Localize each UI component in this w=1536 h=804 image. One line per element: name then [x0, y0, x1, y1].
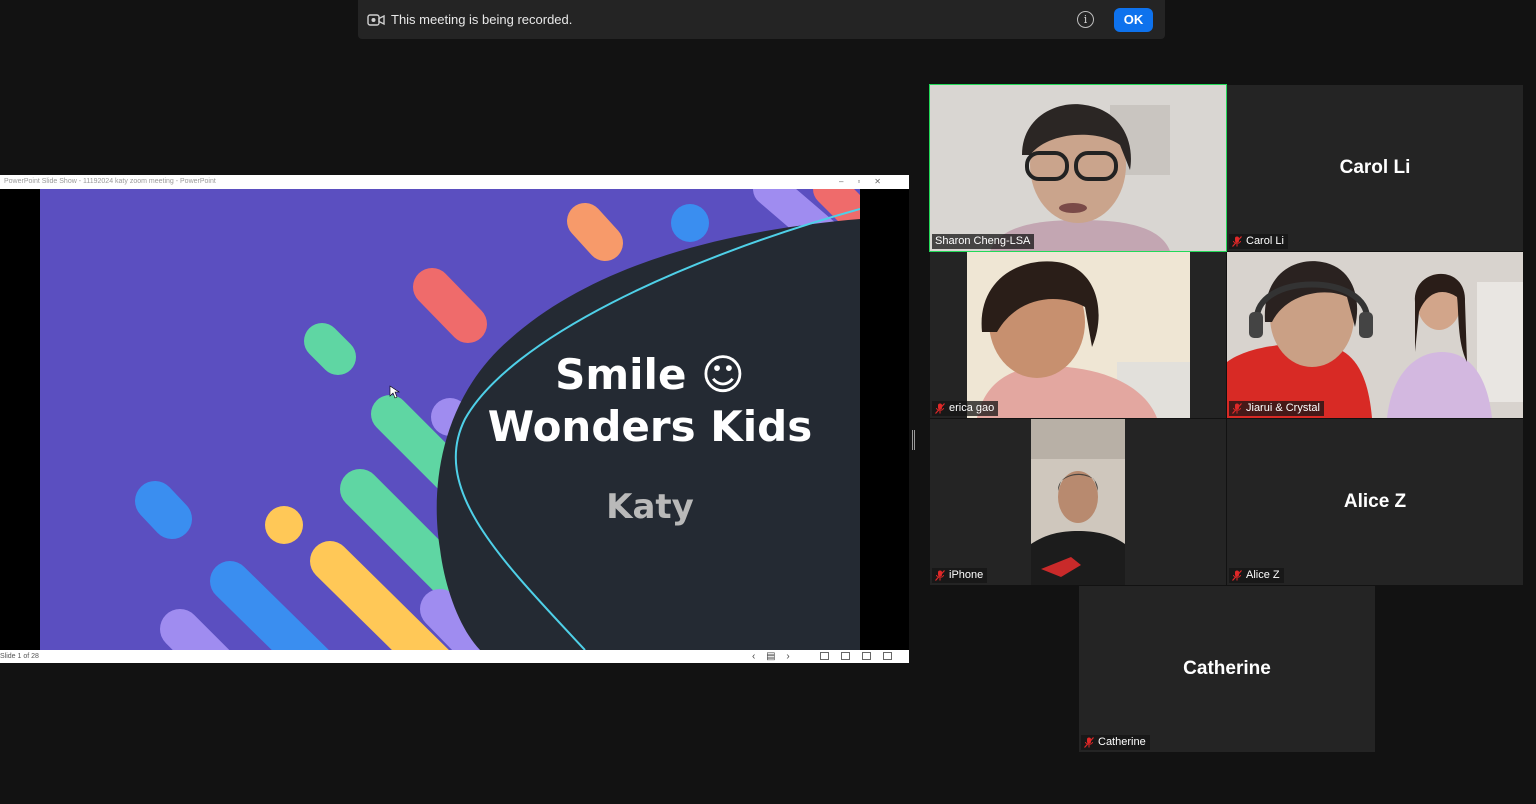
mic-muted-icon: [1232, 403, 1242, 414]
participant-name-tag: iPhone: [932, 568, 988, 583]
mic-muted-icon: [935, 570, 945, 581]
participant-name: Catherine: [1098, 736, 1146, 748]
participant-name-tag: erica gao: [932, 401, 999, 416]
participant-name: iPhone: [949, 569, 984, 581]
window-controls: –▫✕: [839, 177, 895, 186]
participant-name: Jiarui & Crystal: [1246, 402, 1320, 414]
mic-muted-icon: [1232, 236, 1242, 247]
participant-name: Carol Li: [1246, 235, 1284, 247]
powerpoint-title-bar: PowerPoint Slide Show - 11192024 katy zo…: [0, 175, 909, 189]
powerpoint-status-bar: Slide 1 of 28 ‹ ▤ ›: [0, 650, 909, 663]
slide-navigation: ‹ ▤ ›: [752, 650, 798, 663]
window-title: PowerPoint Slide Show - 11192024 katy zo…: [4, 178, 216, 185]
participant-tile-alice[interactable]: Alice Z Alice Z: [1227, 419, 1523, 585]
participant-tile-catherine[interactable]: Catherine Catherine: [1079, 586, 1375, 752]
participant-tile-erica[interactable]: erica gao: [930, 252, 1226, 418]
participant-video: [1031, 419, 1125, 585]
slide-title-line2: Wonders Kids: [487, 402, 813, 451]
participant-name-tag: Catherine: [1081, 735, 1150, 750]
participant-name-tag: Sharon Cheng-LSA: [932, 234, 1035, 249]
participant-display-name: Catherine: [1183, 658, 1271, 679]
participant-name-tag: Alice Z: [1229, 568, 1284, 583]
slide-counter: Slide 1 of 28: [0, 653, 39, 660]
participant-tile-carol[interactable]: Carol Li Carol Li: [1227, 85, 1523, 251]
normal-view-icon[interactable]: [820, 652, 829, 660]
ok-button[interactable]: OK: [1114, 7, 1153, 32]
participant-name: Alice Z: [1246, 569, 1280, 581]
mic-muted-icon: [935, 403, 945, 414]
slideshow-view-icon[interactable]: [883, 652, 892, 660]
previous-slide-icon[interactable]: ‹: [752, 650, 755, 663]
info-icon[interactable]: i: [1077, 11, 1094, 28]
slide-subtitle: Katy: [606, 487, 694, 527]
view-buttons: [820, 652, 892, 660]
mic-muted-icon: [1084, 737, 1094, 748]
reading-view-icon[interactable]: [862, 652, 871, 660]
panel-splitter-handle[interactable]: [912, 430, 915, 450]
mic-muted-icon: [1232, 570, 1242, 581]
participant-video: [1227, 252, 1523, 418]
participant-name-tag: Carol Li: [1229, 234, 1288, 249]
slide-title: Smile ☺ Wonders Kids: [480, 349, 820, 453]
slide-menu-icon[interactable]: ▤: [766, 650, 775, 663]
recording-message: This meeting is being recorded.: [391, 12, 573, 27]
participant-video: [930, 85, 1226, 251]
participant-tile-jiarui-crystal[interactable]: Jiarui & Crystal: [1227, 252, 1523, 418]
participant-display-name: Carol Li: [1339, 157, 1411, 178]
participant-display-name: Alice Z: [1343, 491, 1407, 512]
participant-tile-sharon[interactable]: Sharon Cheng-LSA: [929, 84, 1227, 252]
next-slide-icon[interactable]: ›: [786, 650, 789, 663]
participant-video: [967, 252, 1190, 418]
record-camera-icon: [367, 13, 385, 26]
slide: Smile ☺ Wonders Kids Katy: [40, 189, 860, 650]
participant-name: Sharon Cheng-LSA: [935, 235, 1031, 247]
participant-name: erica gao: [949, 402, 995, 414]
participant-name-tag: Jiarui & Crystal: [1229, 401, 1324, 416]
slide-title-line1: Smile ☺: [555, 350, 745, 399]
participant-tile-iphone[interactable]: iPhone: [930, 419, 1226, 585]
shared-screen: PowerPoint Slide Show - 11192024 katy zo…: [0, 175, 909, 663]
slide-sorter-icon[interactable]: [841, 652, 850, 660]
recording-banner: This meeting is being recorded. i OK: [358, 0, 1165, 39]
